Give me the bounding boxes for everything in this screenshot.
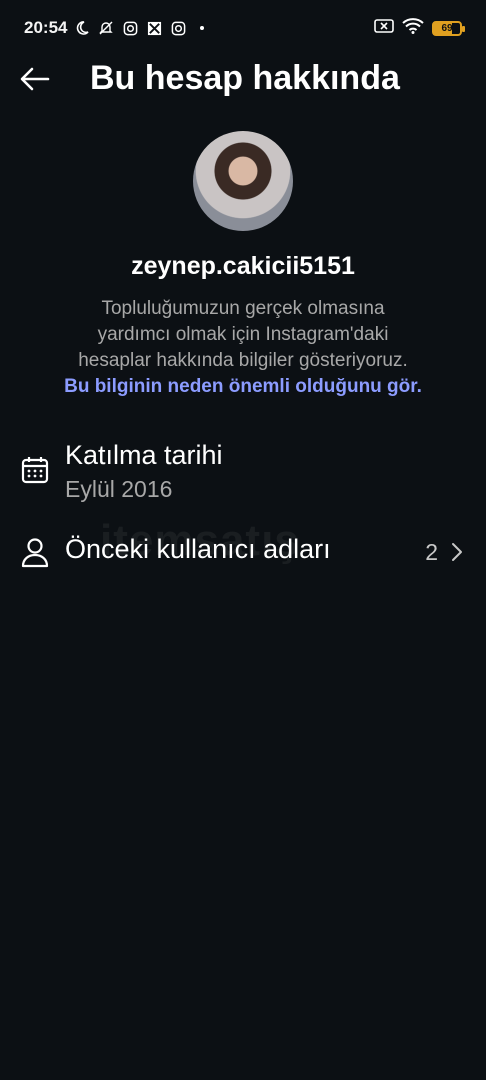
chevron-right-icon (450, 542, 464, 562)
header: Bu hesap hakkında (0, 56, 486, 100)
joined-date-title: Katılma tarihi (65, 440, 223, 470)
former-usernames-title: Önceki kullanıcı adları (65, 534, 331, 564)
joined-date-value: Eylül 2016 (65, 476, 173, 502)
description: Topluluğumuzun gerçek olmasına yardımcı … (30, 296, 456, 400)
description-line: Topluluğumuzun gerçek olmasına (101, 298, 385, 319)
description-line: hesaplar hakkında bilgiler gösteriyoruz. (78, 350, 408, 371)
status-bar: 20:54 69 (0, 0, 486, 56)
status-time: 20:54 (24, 18, 68, 37)
back-button[interactable] (18, 62, 52, 96)
instagram-icon (121, 19, 139, 37)
battery-icon: 69 (432, 20, 465, 36)
description-line: yardımcı olmak için Instagram'daki (97, 324, 389, 345)
avatar (193, 131, 293, 231)
page-title: Bu hesap hakkında (90, 59, 400, 97)
former-usernames-count: 2 (425, 539, 438, 565)
arrow-left-icon (20, 67, 50, 91)
instagram-icon (169, 19, 187, 37)
joined-date-row: Katılma tarihi Eylül 2016 (0, 438, 486, 508)
app-icon (145, 19, 163, 37)
sim-off-icon (374, 18, 394, 39)
moon-icon (73, 19, 91, 37)
person-icon (19, 536, 51, 568)
username: zeynep.cakicii5151 (131, 252, 355, 280)
former-usernames-row[interactable]: Önceki kullanıcı adları 2 (0, 530, 486, 574)
status-right: 69 (374, 17, 465, 39)
wifi-icon (402, 17, 424, 39)
status-left: 20:54 (24, 18, 211, 38)
calendar-icon (19, 454, 51, 486)
dot-icon (193, 19, 211, 37)
battery-level: 69 (441, 22, 453, 34)
learn-more-link[interactable]: Bu bilginin neden önemli olduğunu gör. (30, 374, 456, 400)
bell-off-icon (97, 19, 115, 37)
